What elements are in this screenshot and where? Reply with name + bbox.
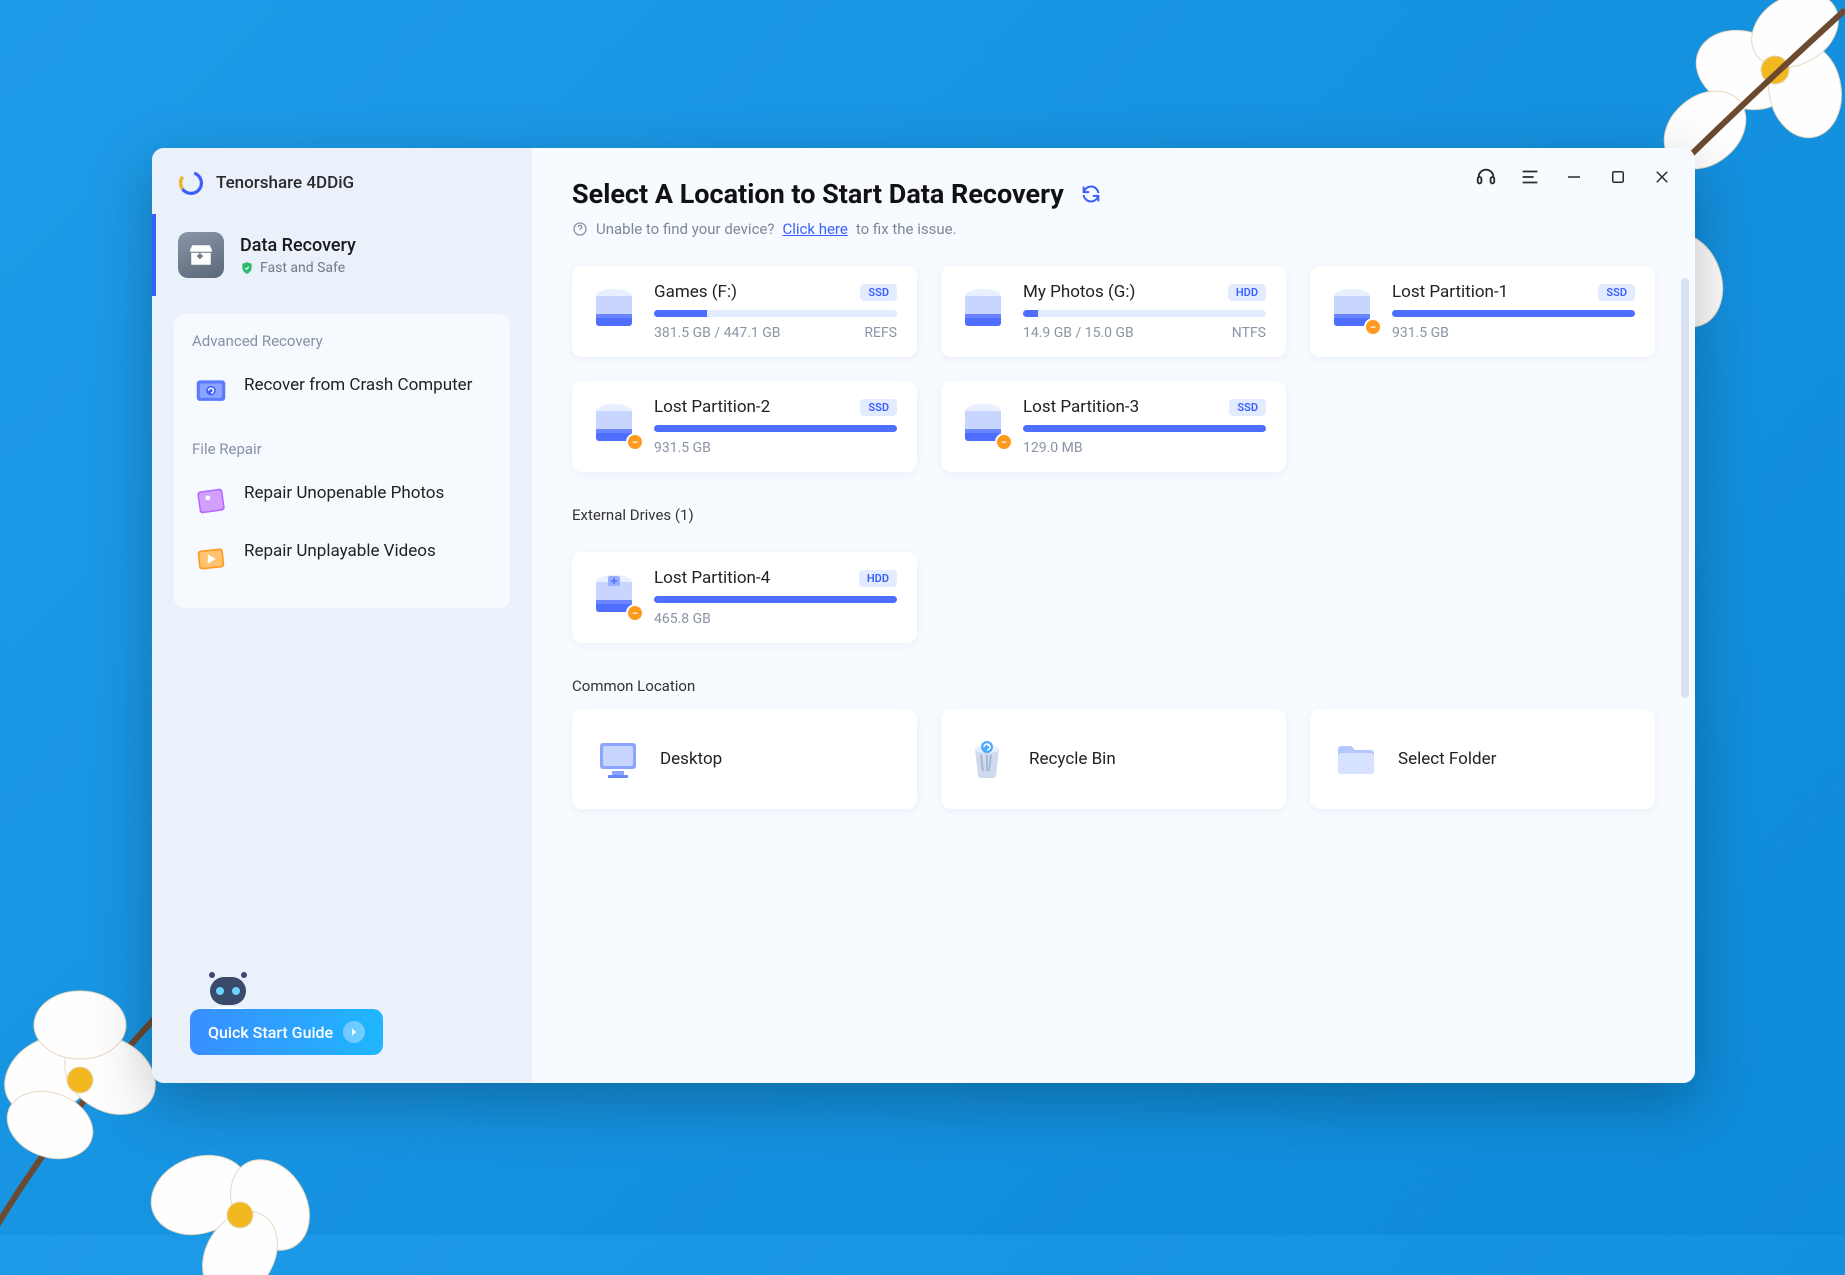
sidebar-item-repair-videos[interactable]: Repair Unplayable Videos	[192, 530, 492, 588]
external-drives-grid: − Lost Partition-4 HDD 465.8 GB	[572, 552, 1655, 643]
drive-type-badge: HDD	[859, 570, 897, 587]
helper-text: Unable to find your device? Click here t…	[572, 220, 1655, 238]
warning-badge-icon: −	[1364, 318, 1382, 336]
folder-icon	[1332, 735, 1380, 783]
page-title: Select A Location to Start Data Recovery	[572, 178, 1064, 210]
drive-filesystem: REFS	[864, 325, 897, 341]
drive-icon: −	[588, 397, 640, 449]
common-location-card[interactable]: Select Folder	[1310, 709, 1655, 809]
drive-name: Lost Partition-2	[654, 397, 770, 417]
section-label-common: Common Location	[572, 677, 1655, 695]
sidebar-item-crash-recovery[interactable]: Recover from Crash Computer	[192, 364, 492, 422]
monitor-icon	[594, 735, 642, 783]
drive-type-badge: SSD	[1229, 399, 1266, 416]
common-location-card[interactable]: Desktop	[572, 709, 917, 809]
maximize-icon[interactable]	[1607, 166, 1629, 188]
scrollbar[interactable]	[1681, 278, 1689, 698]
warning-badge-icon: −	[626, 604, 644, 622]
sidebar-item-data-recovery[interactable]: Data Recovery Fast and Safe	[152, 214, 532, 296]
quick-start-guide-button[interactable]: Quick Start Guide	[190, 1009, 383, 1055]
drive-card[interactable]: − Lost Partition-2 SSD 931.5 GB	[572, 381, 917, 472]
drive-icon	[957, 282, 1009, 334]
drive-size: 931.5 GB	[654, 440, 711, 456]
common-location-label: Desktop	[660, 749, 722, 769]
sidebar-item-subtitle: Fast and Safe	[260, 260, 345, 276]
quick-start-label: Quick Start Guide	[208, 1023, 333, 1042]
app-window: Tenorshare 4DDiG Data Recovery Fast and …	[152, 148, 1695, 1083]
app-title-bar: Tenorshare 4DDiG	[152, 148, 532, 214]
drive-name: Lost Partition-4	[654, 568, 770, 588]
common-location-label: Recycle Bin	[1029, 749, 1116, 769]
section-header: Advanced Recovery	[192, 332, 492, 350]
bin-icon	[963, 735, 1011, 783]
drive-card[interactable]: − Lost Partition-4 HDD 465.8 GB	[572, 552, 917, 643]
sidebar: Tenorshare 4DDiG Data Recovery Fast and …	[152, 148, 532, 1083]
main-content: Select A Location to Start Data Recovery…	[532, 148, 1695, 1083]
drive-name: Lost Partition-3	[1023, 397, 1139, 417]
section-header: File Repair	[192, 440, 492, 458]
drive-type-badge: SSD	[860, 284, 897, 301]
usage-bar	[654, 596, 897, 603]
drive-card[interactable]: − Lost Partition-1 SSD 931.5 GB	[1310, 266, 1655, 357]
section-label-external: External Drives (1)	[572, 506, 1655, 524]
warning-badge-icon: −	[995, 433, 1013, 451]
usage-bar	[1392, 310, 1635, 317]
usage-bar	[1023, 310, 1266, 317]
robot-mascot-icon	[198, 967, 258, 1015]
common-location-card[interactable]: Recycle Bin	[941, 709, 1286, 809]
video-repair-icon	[192, 540, 230, 578]
app-logo-icon	[178, 170, 204, 196]
drive-name: Games (F:)	[654, 282, 737, 302]
shield-check-icon	[240, 261, 254, 275]
drive-size: 931.5 GB	[1392, 325, 1449, 341]
drive-icon: −	[1326, 282, 1378, 334]
helper-link[interactable]: Click here	[782, 220, 847, 238]
minimize-icon[interactable]	[1563, 166, 1585, 188]
usage-bar	[654, 425, 897, 432]
sidebar-item-label: Repair Unplayable Videos	[244, 540, 436, 563]
warning-badge-icon: −	[626, 433, 644, 451]
drive-card[interactable]: − Lost Partition-3 SSD 129.0 MB	[941, 381, 1286, 472]
drive-card[interactable]: My Photos (G:) HDD 14.9 GB / 15.0 GB NTF…	[941, 266, 1286, 357]
window-controls	[1475, 166, 1673, 188]
help-icon	[572, 221, 588, 237]
drives-grid: Games (F:) SSD 381.5 GB / 447.1 GB REFS …	[572, 266, 1655, 472]
app-title: Tenorshare 4DDiG	[216, 173, 354, 193]
sidebar-item-label: Recover from Crash Computer	[244, 374, 472, 397]
sidebar-advanced-card: Advanced Recovery Recover from Crash Com…	[174, 314, 510, 608]
drive-size: 129.0 MB	[1023, 440, 1083, 456]
drive-name: My Photos (G:)	[1023, 282, 1135, 302]
data-recovery-icon	[178, 232, 224, 278]
sidebar-item-label: Data Recovery	[240, 235, 356, 256]
drive-card[interactable]: Games (F:) SSD 381.5 GB / 447.1 GB REFS	[572, 266, 917, 357]
support-icon[interactable]	[1475, 166, 1497, 188]
drive-type-badge: SSD	[860, 399, 897, 416]
drive-icon	[588, 282, 640, 334]
drive-icon: −	[957, 397, 1009, 449]
drive-size: 381.5 GB / 447.1 GB	[654, 325, 781, 341]
monitor-recovery-icon	[192, 374, 230, 412]
drive-type-badge: SSD	[1598, 284, 1635, 301]
sidebar-item-repair-photos[interactable]: Repair Unopenable Photos	[192, 472, 492, 530]
drive-name: Lost Partition-1	[1392, 282, 1508, 302]
sidebar-item-label: Repair Unopenable Photos	[244, 482, 444, 505]
drive-size: 465.8 GB	[654, 611, 711, 627]
drive-size: 14.9 GB / 15.0 GB	[1023, 325, 1134, 341]
drive-icon: −	[588, 568, 640, 620]
refresh-icon[interactable]	[1080, 183, 1102, 205]
menu-icon[interactable]	[1519, 166, 1541, 188]
common-locations-grid: Desktop Recycle Bin Select Folder	[572, 709, 1655, 809]
photo-repair-icon	[192, 482, 230, 520]
arrow-right-icon	[343, 1021, 365, 1043]
drive-type-badge: HDD	[1228, 284, 1266, 301]
close-icon[interactable]	[1651, 166, 1673, 188]
drive-filesystem: NTFS	[1232, 325, 1266, 341]
common-location-label: Select Folder	[1398, 749, 1496, 769]
usage-bar	[1023, 425, 1266, 432]
usage-bar	[654, 310, 897, 317]
